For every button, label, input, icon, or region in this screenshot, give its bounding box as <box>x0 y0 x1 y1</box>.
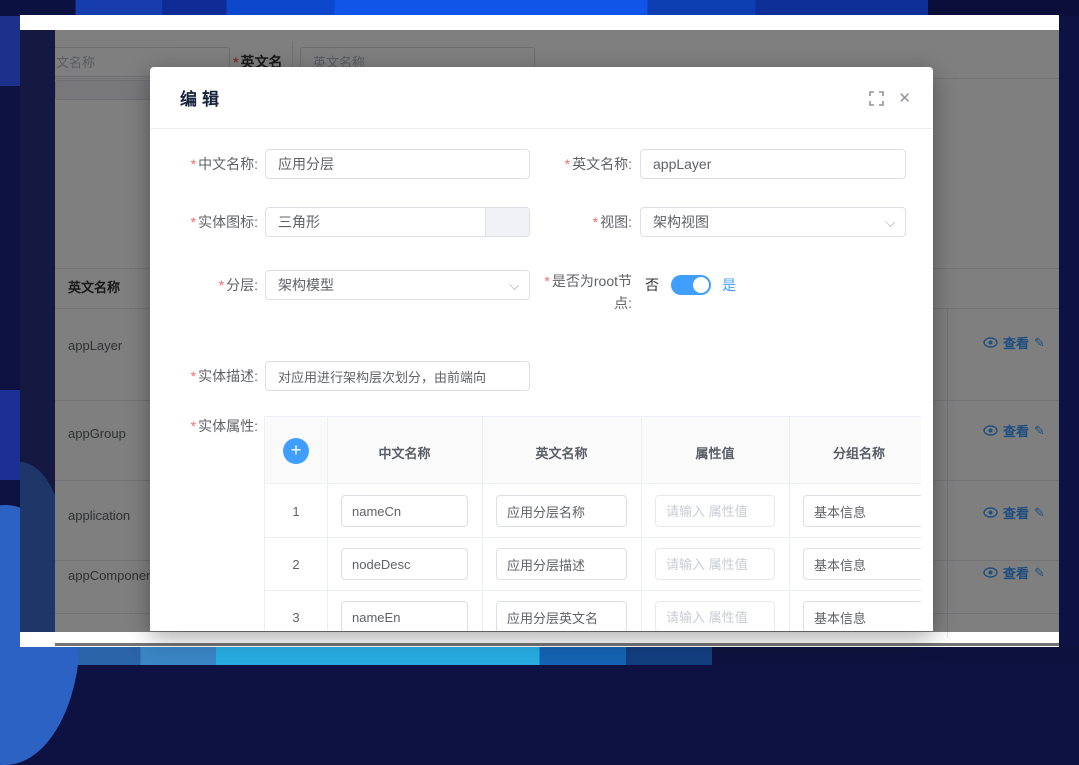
attr-row-index: 3 <box>265 610 327 625</box>
layer-select[interactable]: 架构模型 <box>265 270 530 300</box>
add-attribute-button[interactable]: + <box>283 438 309 464</box>
attr-row-index: 2 <box>265 557 327 572</box>
close-icon[interactable]: ✕ <box>898 89 911 107</box>
attr-en-input[interactable] <box>496 601 627 631</box>
modal-title: 编辑 <box>180 85 224 110</box>
window-top-strip <box>20 15 1059 30</box>
icon-picker-append[interactable] <box>485 208 529 236</box>
bg-bottom-scroll-track[interactable] <box>55 643 1059 646</box>
attr-value-input[interactable] <box>655 548 775 580</box>
attr-value-input[interactable] <box>655 495 775 527</box>
attr-en-input[interactable] <box>496 495 627 527</box>
attr-col-en-header: 英文名称 <box>482 443 641 462</box>
entity-desc-input[interactable] <box>265 361 530 391</box>
attr-cn-input[interactable] <box>341 601 468 631</box>
entity-icon-input[interactable]: 三角形 <box>265 207 530 237</box>
attr-cn-input[interactable] <box>341 548 468 580</box>
attr-en-input[interactable] <box>496 548 627 580</box>
attr-col-group-header: 分组名称 <box>789 443 921 462</box>
attr-value-input[interactable] <box>655 601 775 631</box>
attr-group-input[interactable] <box>803 548 921 580</box>
entity-icon-label: *实体图标: <box>170 207 258 237</box>
attr-col-value-header: 属性值 <box>641 443 789 462</box>
layer-label: *分层: <box>170 270 258 300</box>
edit-modal: 编辑 ✕ *中文名称: *英文名称: *实体图标: 三角形 *视图: 架构视图 … <box>150 67 933 631</box>
cn-name-input[interactable] <box>265 149 530 179</box>
switch-off-label: 否 <box>645 270 659 300</box>
chevron-down-icon <box>510 281 518 289</box>
attr-row-index: 1 <box>265 504 327 519</box>
wallpaper-left-accent <box>0 16 20 86</box>
toggle-knob <box>693 277 709 293</box>
wallpaper-left-glow <box>0 390 20 480</box>
wallpaper-bottom-strip <box>0 646 1079 665</box>
wallpaper-top-strip <box>0 0 1079 16</box>
en-name-input[interactable] <box>640 149 906 179</box>
fullscreen-icon[interactable] <box>869 91 884 106</box>
cn-name-label: *中文名称: <box>170 149 258 179</box>
attr-group-input[interactable] <box>803 601 921 631</box>
chevron-down-icon <box>886 218 894 226</box>
attr-table: + 中文名称 英文名称 属性值 分组名称 1 2 3 <box>264 416 921 631</box>
view-label: *视图: <box>544 207 632 237</box>
is-root-label: *是否为root节点: <box>540 270 632 314</box>
en-name-label: *英文名称: <box>544 149 632 179</box>
entity-attrs-label: *实体属性: <box>170 411 258 441</box>
entity-desc-label: *实体描述: <box>170 361 258 391</box>
attr-group-input[interactable] <box>803 495 921 527</box>
is-root-toggle[interactable] <box>671 275 711 295</box>
modal-header-divider <box>150 128 933 129</box>
switch-on-label: 是 <box>722 270 736 300</box>
attr-cn-input[interactable] <box>341 495 468 527</box>
view-select[interactable]: 架构视图 <box>640 207 906 237</box>
attr-col-cn-header: 中文名称 <box>327 443 482 462</box>
